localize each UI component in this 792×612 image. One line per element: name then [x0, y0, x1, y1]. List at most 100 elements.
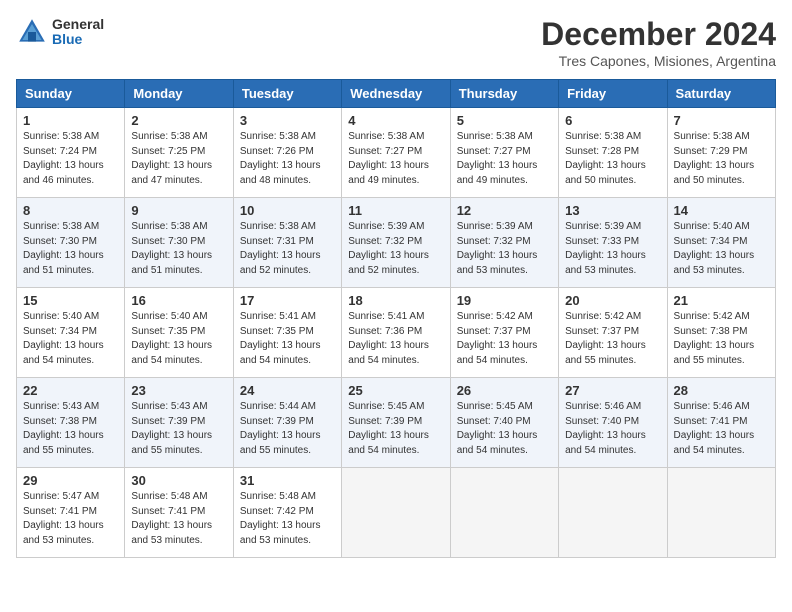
column-header-saturday: Saturday [667, 80, 775, 108]
calendar-day-cell: 31Sunrise: 5:48 AM Sunset: 7:42 PM Dayli… [233, 468, 341, 558]
day-number: 1 [23, 113, 118, 128]
day-info: Sunrise: 5:42 AM Sunset: 7:37 PM Dayligh… [565, 310, 660, 368]
day-number: 21 [674, 293, 769, 308]
day-number: 30 [131, 473, 226, 488]
day-number: 31 [240, 473, 335, 488]
calendar-day-cell: 24Sunrise: 5:44 AM Sunset: 7:39 PM Dayli… [233, 378, 341, 468]
day-info: Sunrise: 5:38 AM Sunset: 7:29 PM Dayligh… [674, 130, 769, 188]
day-info: Sunrise: 5:41 AM Sunset: 7:35 PM Dayligh… [240, 310, 335, 368]
day-number: 11 [348, 203, 443, 218]
calendar-day-cell: 9 Sunrise: 5:38 AM Sunset: 7:30 PM Daylig… [125, 198, 233, 288]
day-info: Sunrise: 5:38 AM Sunset: 7:31 PM Dayligh… [240, 220, 335, 278]
calendar-day-cell: 11 Sunrise: 5:39 AM Sunset: 7:32 PM Dayli… [342, 198, 450, 288]
day-info: Sunrise: 5:44 AM Sunset: 7:39 PM Dayligh… [240, 400, 335, 458]
day-number: 3 [240, 113, 335, 128]
day-number: 25 [348, 383, 443, 398]
calendar-week-row: 8 Sunrise: 5:38 AM Sunset: 7:30 PM Daylig… [17, 198, 776, 288]
calendar-table: SundayMondayTuesdayWednesdayThursdayFrid… [16, 79, 776, 558]
day-number: 16 [131, 293, 226, 308]
calendar-day-cell: 17 Sunrise: 5:41 AM Sunset: 7:35 PM Dayli… [233, 288, 341, 378]
day-info: Sunrise: 5:38 AM Sunset: 7:27 PM Dayligh… [348, 130, 443, 188]
day-info: Sunrise: 5:38 AM Sunset: 7:28 PM Dayligh… [565, 130, 660, 188]
page-header: General Blue December 2024 Tres Capones,… [16, 16, 776, 69]
day-info: Sunrise: 5:40 AM Sunset: 7:34 PM Dayligh… [674, 220, 769, 278]
column-header-tuesday: Tuesday [233, 80, 341, 108]
day-info: Sunrise: 5:46 AM Sunset: 7:40 PM Dayligh… [565, 400, 660, 458]
column-header-friday: Friday [559, 80, 667, 108]
month-title: December 2024 [541, 16, 776, 53]
calendar-day-cell: 6 Sunrise: 5:38 AM Sunset: 7:28 PM Daylig… [559, 108, 667, 198]
column-header-thursday: Thursday [450, 80, 558, 108]
calendar-day-cell: 19 Sunrise: 5:42 AM Sunset: 7:37 PM Dayli… [450, 288, 558, 378]
day-info: Sunrise: 5:39 AM Sunset: 7:32 PM Dayligh… [348, 220, 443, 278]
day-number: 15 [23, 293, 118, 308]
calendar-day-cell [450, 468, 558, 558]
calendar-day-cell: 2Sunrise: 5:38 AM Sunset: 7:25 PM Daylig… [125, 108, 233, 198]
day-number: 12 [457, 203, 552, 218]
calendar-day-cell: 16Sunrise: 5:40 AM Sunset: 7:35 PM Dayli… [125, 288, 233, 378]
day-number: 5 [457, 113, 552, 128]
day-number: 28 [674, 383, 769, 398]
day-info: Sunrise: 5:47 AM Sunset: 7:41 PM Dayligh… [23, 490, 118, 548]
calendar-day-cell: 3 Sunrise: 5:38 AM Sunset: 7:26 PM Daylig… [233, 108, 341, 198]
title-block: December 2024 Tres Capones, Misiones, Ar… [541, 16, 776, 69]
calendar-day-cell: 23Sunrise: 5:43 AM Sunset: 7:39 PM Dayli… [125, 378, 233, 468]
day-info: Sunrise: 5:43 AM Sunset: 7:39 PM Dayligh… [131, 400, 226, 458]
calendar-day-cell: 5 Sunrise: 5:38 AM Sunset: 7:27 PM Daylig… [450, 108, 558, 198]
day-number: 20 [565, 293, 660, 308]
day-number: 8 [23, 203, 118, 218]
day-number: 14 [674, 203, 769, 218]
day-number: 29 [23, 473, 118, 488]
calendar-day-cell: 15 Sunrise: 5:40 AM Sunset: 7:34 PM Dayli… [17, 288, 125, 378]
calendar-day-cell: 28 Sunrise: 5:46 AM Sunset: 7:41 PM Dayli… [667, 378, 775, 468]
column-header-monday: Monday [125, 80, 233, 108]
day-number: 4 [348, 113, 443, 128]
column-header-wednesday: Wednesday [342, 80, 450, 108]
calendar-day-cell: 18 Sunrise: 5:41 AM Sunset: 7:36 PM Dayli… [342, 288, 450, 378]
day-info: Sunrise: 5:38 AM Sunset: 7:25 PM Dayligh… [131, 130, 226, 188]
day-number: 18 [348, 293, 443, 308]
day-info: Sunrise: 5:48 AM Sunset: 7:41 PM Dayligh… [131, 490, 226, 548]
calendar-day-cell: 10 Sunrise: 5:38 AM Sunset: 7:31 PM Dayli… [233, 198, 341, 288]
day-info: Sunrise: 5:38 AM Sunset: 7:26 PM Dayligh… [240, 130, 335, 188]
day-number: 10 [240, 203, 335, 218]
calendar-day-cell: 1 Sunrise: 5:38 AM Sunset: 7:24 PM Daylig… [17, 108, 125, 198]
day-number: 9 [131, 203, 226, 218]
column-header-sunday: Sunday [17, 80, 125, 108]
calendar-day-cell [342, 468, 450, 558]
day-number: 17 [240, 293, 335, 308]
calendar-day-cell: 13Sunrise: 5:39 AM Sunset: 7:33 PM Dayli… [559, 198, 667, 288]
calendar-week-row: 1 Sunrise: 5:38 AM Sunset: 7:24 PM Daylig… [17, 108, 776, 198]
calendar-week-row: 15 Sunrise: 5:40 AM Sunset: 7:34 PM Dayli… [17, 288, 776, 378]
day-info: Sunrise: 5:38 AM Sunset: 7:27 PM Dayligh… [457, 130, 552, 188]
location-subtitle: Tres Capones, Misiones, Argentina [541, 53, 776, 69]
calendar-day-cell: 27 Sunrise: 5:46 AM Sunset: 7:40 PM Dayli… [559, 378, 667, 468]
calendar-day-cell: 7Sunrise: 5:38 AM Sunset: 7:29 PM Daylig… [667, 108, 775, 198]
day-info: Sunrise: 5:43 AM Sunset: 7:38 PM Dayligh… [23, 400, 118, 458]
calendar-day-cell: 26Sunrise: 5:45 AM Sunset: 7:40 PM Dayli… [450, 378, 558, 468]
calendar-week-row: 29 Sunrise: 5:47 AM Sunset: 7:41 PM Dayli… [17, 468, 776, 558]
calendar-day-cell [667, 468, 775, 558]
day-number: 26 [457, 383, 552, 398]
day-info: Sunrise: 5:40 AM Sunset: 7:34 PM Dayligh… [23, 310, 118, 368]
calendar-header-row: SundayMondayTuesdayWednesdayThursdayFrid… [17, 80, 776, 108]
calendar-day-cell [559, 468, 667, 558]
calendar-day-cell: 14 Sunrise: 5:40 AM Sunset: 7:34 PM Dayli… [667, 198, 775, 288]
day-number: 6 [565, 113, 660, 128]
day-info: Sunrise: 5:42 AM Sunset: 7:37 PM Dayligh… [457, 310, 552, 368]
day-number: 19 [457, 293, 552, 308]
calendar-day-cell: 12Sunrise: 5:39 AM Sunset: 7:32 PM Dayli… [450, 198, 558, 288]
logo-text: General Blue [52, 17, 104, 48]
day-number: 13 [565, 203, 660, 218]
day-info: Sunrise: 5:38 AM Sunset: 7:30 PM Dayligh… [131, 220, 226, 278]
day-info: Sunrise: 5:38 AM Sunset: 7:30 PM Dayligh… [23, 220, 118, 278]
calendar-day-cell: 21Sunrise: 5:42 AM Sunset: 7:38 PM Dayli… [667, 288, 775, 378]
day-info: Sunrise: 5:41 AM Sunset: 7:36 PM Dayligh… [348, 310, 443, 368]
day-info: Sunrise: 5:45 AM Sunset: 7:39 PM Dayligh… [348, 400, 443, 458]
day-number: 22 [23, 383, 118, 398]
day-info: Sunrise: 5:46 AM Sunset: 7:41 PM Dayligh… [674, 400, 769, 458]
calendar-day-cell: 29 Sunrise: 5:47 AM Sunset: 7:41 PM Dayli… [17, 468, 125, 558]
day-info: Sunrise: 5:38 AM Sunset: 7:24 PM Dayligh… [23, 130, 118, 188]
day-number: 27 [565, 383, 660, 398]
calendar-day-cell: 22 Sunrise: 5:43 AM Sunset: 7:38 PM Dayli… [17, 378, 125, 468]
